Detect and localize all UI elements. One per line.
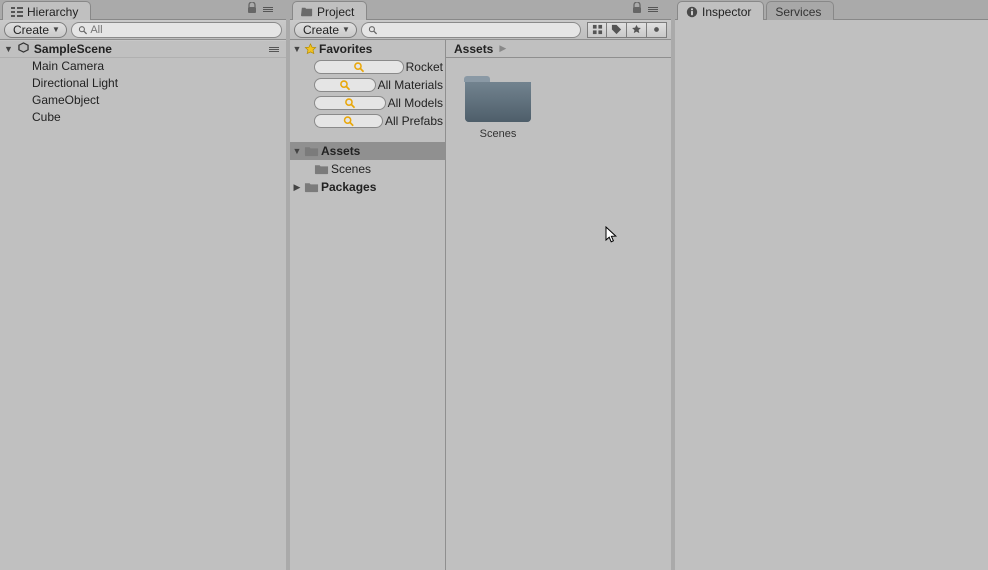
hidden-packages-button[interactable]	[647, 22, 667, 38]
breadcrumb-separator-icon: ▶	[499, 43, 506, 54]
project-tree: ▼ Favorites Rocket All Materials All Mod…	[290, 40, 446, 570]
favorite-item-label: All Materials	[378, 78, 443, 92]
lock-icon[interactable]	[247, 2, 257, 17]
saved-search-icon	[314, 114, 383, 128]
favorites-label: Favorites	[319, 42, 372, 56]
create-button-label: Create	[13, 23, 49, 37]
create-button-label: Create	[303, 23, 339, 37]
star-icon	[304, 43, 317, 56]
favorite-item-label: All Prefabs	[385, 114, 443, 128]
hierarchy-search-input[interactable]	[90, 24, 275, 36]
hierarchy-tabbar: Hierarchy	[0, 0, 286, 20]
tab-hierarchy[interactable]: Hierarchy	[2, 1, 91, 20]
search-icon	[368, 25, 377, 35]
inspector-body	[675, 20, 988, 570]
spacer	[290, 130, 445, 142]
folder-icon	[304, 181, 319, 193]
lock-icon[interactable]	[632, 2, 642, 17]
scene-options	[266, 45, 282, 54]
scene-header[interactable]: ▼ SampleScene	[0, 40, 286, 58]
folder-icon	[314, 163, 329, 175]
scene-name: SampleScene	[34, 42, 112, 56]
favorite-item[interactable]: All Models	[290, 94, 445, 112]
scene-menu-icon[interactable]	[266, 45, 282, 54]
project-toolbar: Create ▼	[290, 20, 671, 40]
fold-toggle-icon[interactable]: ▶	[292, 182, 302, 193]
hierarchy-tab-options	[247, 2, 276, 17]
hierarchy-item-label: Directional Light	[32, 76, 118, 90]
favorite-item-label: All Models	[388, 96, 443, 110]
favorite-item-label: Rocket	[406, 60, 443, 74]
folder-icon	[301, 6, 313, 18]
tab-hierarchy-label: Hierarchy	[27, 5, 78, 19]
tree-folder-item[interactable]: Scenes	[290, 160, 445, 178]
folder-icon	[304, 145, 319, 157]
packages-header[interactable]: ▶ Packages	[290, 178, 445, 196]
breadcrumb-item[interactable]: Assets	[454, 42, 493, 56]
fold-toggle-icon[interactable]: ▼	[292, 44, 302, 54]
unity-logo-icon	[17, 41, 30, 57]
project-grid[interactable]: Scenes	[446, 58, 671, 570]
hierarchy-item[interactable]: Cube	[0, 109, 286, 126]
favorite-filter-button[interactable]	[627, 22, 647, 38]
inspector-tabbar: Inspector Services	[675, 0, 988, 20]
hierarchy-item[interactable]: Main Camera	[0, 58, 286, 75]
filter-by-type-button[interactable]	[587, 22, 607, 38]
fold-toggle-icon[interactable]: ▼	[292, 146, 302, 156]
tab-inspector[interactable]: Inspector	[677, 1, 764, 20]
project-pane: Project Create ▼ ▼ Fav	[290, 0, 671, 570]
grid-item-label: Scenes	[480, 128, 517, 140]
tab-inspector-label: Inspector	[702, 5, 751, 19]
info-icon	[686, 6, 698, 18]
inspector-pane: Inspector Services	[675, 0, 988, 570]
breadcrumb: Assets ▶	[446, 40, 671, 58]
hierarchy-icon	[11, 6, 23, 18]
tab-project-label: Project	[317, 5, 354, 19]
project-tabbar: Project	[290, 0, 671, 20]
pane-menu-icon[interactable]	[645, 5, 661, 14]
project-tab-options	[632, 2, 661, 17]
dropdown-arrow-icon: ▼	[52, 25, 60, 34]
hierarchy-toolbar: Create ▼	[0, 20, 286, 40]
project-search[interactable]	[361, 22, 581, 38]
hierarchy-pane: Hierarchy Create ▼ ▼ SampleScene	[0, 0, 286, 570]
hierarchy-body: ▼ SampleScene Main Camera Directional Li…	[0, 40, 286, 570]
saved-search-icon	[314, 78, 376, 92]
tab-project[interactable]: Project	[292, 1, 367, 20]
project-filter-buttons	[587, 22, 667, 38]
search-icon	[78, 25, 87, 35]
tab-services[interactable]: Services	[766, 1, 834, 20]
favorite-item[interactable]: All Prefabs	[290, 112, 445, 130]
filter-by-label-button[interactable]	[607, 22, 627, 38]
packages-label: Packages	[321, 180, 376, 194]
hierarchy-item-label: GameObject	[32, 93, 99, 107]
assets-label: Assets	[321, 144, 360, 158]
pane-menu-icon[interactable]	[260, 5, 276, 14]
project-body: ▼ Favorites Rocket All Materials All Mod…	[290, 40, 671, 570]
favorites-header[interactable]: ▼ Favorites	[290, 40, 445, 58]
create-button[interactable]: Create ▼	[294, 22, 357, 38]
favorite-item[interactable]: Rocket	[290, 58, 445, 76]
hierarchy-item-label: Cube	[32, 110, 61, 124]
hierarchy-item[interactable]: GameObject	[0, 92, 286, 109]
grid-item-folder[interactable]: Scenes	[456, 68, 540, 140]
create-button[interactable]: Create ▼	[4, 22, 67, 38]
assets-header[interactable]: ▼ Assets	[290, 142, 445, 160]
fold-toggle-icon[interactable]: ▼	[4, 44, 13, 54]
saved-search-icon	[314, 60, 404, 74]
saved-search-icon	[314, 96, 386, 110]
project-content: Assets ▶ Scenes	[446, 40, 671, 570]
dropdown-arrow-icon: ▼	[342, 25, 350, 34]
folder-thumbnail-icon	[463, 68, 533, 124]
tree-folder-label: Scenes	[331, 162, 371, 176]
hierarchy-item-label: Main Camera	[32, 59, 104, 73]
tab-services-label: Services	[775, 5, 821, 19]
hierarchy-search[interactable]	[71, 22, 282, 38]
project-search-input[interactable]	[380, 24, 574, 36]
hierarchy-item[interactable]: Directional Light	[0, 75, 286, 92]
favorite-item[interactable]: All Materials	[290, 76, 445, 94]
